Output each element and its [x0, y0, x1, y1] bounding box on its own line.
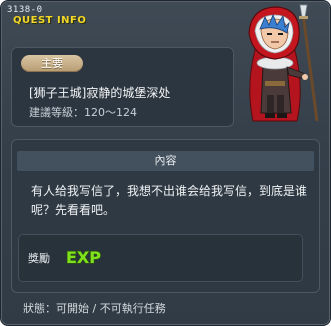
exp-icon: EXP — [65, 247, 101, 267]
exp-label: EXP — [66, 248, 101, 267]
quest-name: [狮子王城]寂静的城堡深处 — [29, 86, 171, 100]
window-title: QUEST INFO — [13, 15, 87, 26]
quest-info-window: 3138-0 QUEST INFO 主要 [狮子王城]寂静的城堡深处 建議等級：… — [0, 0, 331, 326]
red-hooded-knight-icon — [248, 4, 319, 122]
content-header: 內容 — [17, 151, 314, 171]
quest-description: 有人给我写信了，我想不出谁会给我写信，到底是谁呢？先看看吧。 — [31, 184, 308, 217]
main-quest-panel: 主要 [狮子王城]寂静的城堡深处 建議等級：120～124 — [11, 47, 234, 127]
reward-panel: 獎勵 EXP — [18, 234, 303, 282]
content-panel: 內容 有人给我写信了，我想不出谁会给我写信，到底是谁呢？先看看吧。 獎勵 EXP — [11, 139, 320, 293]
quest-status: 狀態：可開始 / 不可執行任務 — [23, 302, 166, 315]
quest-type-badge: 主要 — [21, 55, 83, 72]
quest-id: 3138-0 — [7, 5, 43, 15]
reward-label: 獎勵 — [28, 252, 50, 265]
recommended-level: 建議等級：120～124 — [29, 106, 137, 119]
